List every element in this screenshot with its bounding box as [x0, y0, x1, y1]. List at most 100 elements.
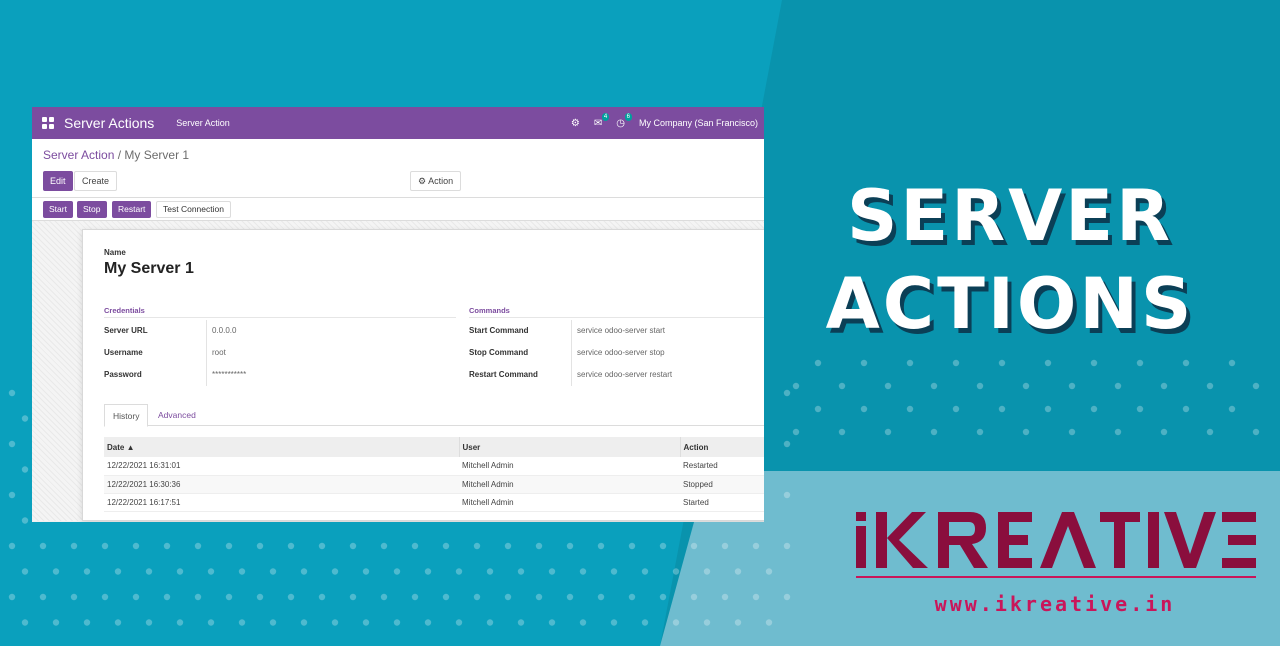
- pattern-dot: [349, 593, 357, 601]
- pattern-dot: [8, 542, 16, 550]
- pattern-dot: [176, 619, 184, 626]
- bug-icon[interactable]: ⚙: [571, 118, 580, 129]
- pattern-dot: [145, 619, 153, 626]
- pattern-dot: [610, 568, 618, 575]
- cell-action: Restarted: [680, 457, 764, 476]
- cell-date: 12/22/2021 16:17:51: [104, 493, 459, 512]
- tab-history[interactable]: History: [104, 404, 149, 427]
- pattern-dot: [39, 542, 47, 550]
- pattern-dot: [486, 619, 494, 626]
- name-label: Name: [104, 248, 126, 257]
- create-button[interactable]: Create: [74, 171, 118, 191]
- restart-button[interactable]: Restart: [112, 201, 152, 218]
- breadcrumb: Server Action / My Server 1: [43, 148, 189, 162]
- pattern-dot: [70, 593, 78, 601]
- pattern-dot: [641, 568, 649, 575]
- pattern-dot: [194, 593, 202, 601]
- field-value[interactable]: ***********: [206, 364, 246, 386]
- form-statusbar: Start Stop Restart Test Connection: [32, 198, 764, 221]
- pattern-dot: [1022, 428, 1030, 436]
- pattern-dot: [424, 568, 432, 575]
- pattern-dot: [70, 542, 78, 550]
- pattern-dot: [1206, 428, 1214, 436]
- hero-title-line-2: ACTIONS: [825, 263, 1195, 345]
- menu-server-action[interactable]: Server Action: [176, 118, 230, 128]
- table-row[interactable]: 12/22/2021 16:31:01 Mitchell Admin Resta…: [104, 457, 764, 476]
- apps-menu-icon[interactable]: [42, 117, 54, 129]
- pattern-dot: [21, 568, 29, 575]
- brand-url[interactable]: www.ikreative.in: [855, 592, 1255, 616]
- pattern-dot: [52, 619, 60, 626]
- edit-button[interactable]: Edit: [43, 171, 73, 191]
- pattern-dot: [860, 359, 868, 367]
- breadcrumb-parent[interactable]: Server Action: [43, 148, 114, 162]
- company-switcher[interactable]: My Company (San Francisco): [639, 118, 758, 128]
- pattern-dot: [535, 593, 543, 601]
- column-user[interactable]: User: [458, 437, 680, 457]
- field-value[interactable]: service odoo-server restart: [571, 364, 672, 386]
- pattern-dot: [380, 542, 388, 550]
- field-value[interactable]: root: [206, 342, 226, 364]
- pattern-dot: [132, 542, 140, 550]
- pattern-dot: [1136, 405, 1144, 413]
- table-row[interactable]: 12/22/2021 16:17:51 Mitchell Admin Start…: [104, 493, 764, 512]
- pattern-dot: [734, 568, 742, 575]
- pattern-dot: [765, 568, 773, 575]
- table-row[interactable]: 12/22/2021 16:30:36 Mitchell Admin Stopp…: [104, 475, 764, 494]
- pattern-dot: [930, 428, 938, 436]
- pattern-dot: [1068, 382, 1076, 390]
- pattern-dot: [548, 619, 556, 626]
- pattern-dot: [101, 542, 109, 550]
- start-button[interactable]: Start: [43, 201, 73, 218]
- cell-date: 12/22/2021 16:31:01: [104, 457, 459, 476]
- app-name[interactable]: Server Actions: [64, 115, 154, 131]
- cell-user: Mitchell Admin: [459, 493, 680, 512]
- form-background: Name My Server 1 Credentials Server URL …: [32, 221, 764, 521]
- pattern-dot: [952, 405, 960, 413]
- field-label: Password: [104, 370, 142, 379]
- clock-icon[interactable]: ◷ 6: [616, 112, 632, 129]
- chat-icon[interactable]: ✉ 4: [594, 112, 610, 129]
- pattern-dot: [411, 542, 419, 550]
- pattern-dot: [411, 593, 419, 601]
- pattern-dot: [362, 568, 370, 575]
- cell-action: Started: [680, 493, 764, 512]
- pattern-dot: [442, 593, 450, 601]
- pattern-dot: [976, 382, 984, 390]
- stop-button[interactable]: Stop: [77, 201, 107, 218]
- field-value[interactable]: service odoo-server start: [571, 320, 665, 342]
- pattern-dot: [194, 542, 202, 550]
- pattern-dot: [548, 568, 556, 575]
- pattern-dot: [318, 542, 326, 550]
- history-table: Date ▲ User Action 12/22/2021 16:31:01 M…: [104, 437, 764, 512]
- pattern-dot: [1252, 382, 1260, 390]
- pattern-dot: [300, 619, 308, 626]
- pattern-dot: [256, 542, 264, 550]
- pattern-dot: [1228, 359, 1236, 367]
- test-connection-button[interactable]: Test Connection: [156, 201, 231, 218]
- field-value[interactable]: 0.0.0.0: [206, 320, 236, 342]
- pattern-dot: [473, 542, 481, 550]
- pattern-dot: [101, 593, 109, 601]
- pattern-dot: [269, 619, 277, 626]
- column-action[interactable]: Action: [679, 437, 764, 457]
- pattern-dot: [21, 619, 29, 626]
- pattern-dot: [672, 568, 680, 575]
- pattern-dot: [792, 382, 800, 390]
- pattern-dot: [610, 619, 618, 626]
- pattern-dot: [225, 542, 233, 550]
- pattern-dot: [331, 568, 339, 575]
- pattern-dot: [998, 405, 1006, 413]
- pattern-dot: [83, 619, 91, 626]
- action-button[interactable]: ⚙ Action: [410, 171, 462, 191]
- pattern-dot: [287, 542, 295, 550]
- pattern-dot: [535, 542, 543, 550]
- pattern-dot: [1182, 405, 1190, 413]
- tab-advanced[interactable]: Advanced: [150, 404, 204, 427]
- pattern-dot: [628, 542, 636, 550]
- pattern-dot: [792, 428, 800, 436]
- action-label: Action: [428, 176, 454, 186]
- pattern-dot: [455, 619, 463, 626]
- column-date[interactable]: Date ▲: [104, 437, 459, 457]
- field-value[interactable]: service odoo-server stop: [571, 342, 665, 364]
